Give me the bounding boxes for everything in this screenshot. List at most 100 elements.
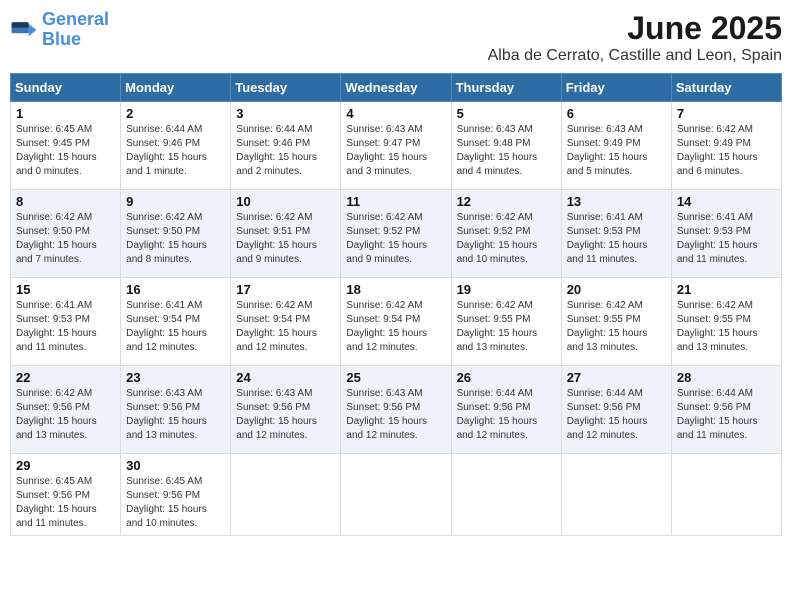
day-number: 27 bbox=[567, 370, 666, 385]
calendar-day-cell bbox=[231, 454, 341, 536]
weekday-header: Thursday bbox=[451, 74, 561, 102]
day-number: 13 bbox=[567, 194, 666, 209]
day-number: 21 bbox=[677, 282, 776, 297]
calendar-day-cell: 15 Sunrise: 6:41 AM Sunset: 9:53 PM Dayl… bbox=[11, 278, 121, 366]
day-number: 10 bbox=[236, 194, 335, 209]
calendar-day-cell: 2 Sunrise: 6:44 AM Sunset: 9:46 PM Dayli… bbox=[121, 102, 231, 190]
day-number: 14 bbox=[677, 194, 776, 209]
day-info: Sunrise: 6:44 AM Sunset: 9:46 PM Dayligh… bbox=[236, 123, 335, 179]
day-info: Sunrise: 6:44 AM Sunset: 9:46 PM Dayligh… bbox=[126, 123, 225, 179]
calendar-table: SundayMondayTuesdayWednesdayThursdayFrid… bbox=[10, 73, 782, 536]
day-number: 7 bbox=[677, 106, 776, 121]
calendar-day-cell: 18 Sunrise: 6:42 AM Sunset: 9:54 PM Dayl… bbox=[341, 278, 451, 366]
calendar-day-cell: 22 Sunrise: 6:42 AM Sunset: 9:56 PM Dayl… bbox=[11, 366, 121, 454]
day-number: 2 bbox=[126, 106, 225, 121]
calendar-day-cell: 14 Sunrise: 6:41 AM Sunset: 9:53 PM Dayl… bbox=[671, 190, 781, 278]
day-info: Sunrise: 6:43 AM Sunset: 9:47 PM Dayligh… bbox=[346, 123, 445, 179]
day-number: 4 bbox=[346, 106, 445, 121]
calendar-day-cell: 17 Sunrise: 6:42 AM Sunset: 9:54 PM Dayl… bbox=[231, 278, 341, 366]
calendar-week-row: 1 Sunrise: 6:45 AM Sunset: 9:45 PM Dayli… bbox=[11, 102, 782, 190]
day-info: Sunrise: 6:43 AM Sunset: 9:49 PM Dayligh… bbox=[567, 123, 666, 179]
day-info: Sunrise: 6:42 AM Sunset: 9:51 PM Dayligh… bbox=[236, 211, 335, 267]
day-number: 6 bbox=[567, 106, 666, 121]
month-title: June 2025 bbox=[488, 10, 782, 47]
title-block: June 2025 Alba de Cerrato, Castille and … bbox=[488, 10, 782, 65]
calendar-day-cell: 20 Sunrise: 6:42 AM Sunset: 9:55 PM Dayl… bbox=[561, 278, 671, 366]
day-number: 20 bbox=[567, 282, 666, 297]
calendar-day-cell: 23 Sunrise: 6:43 AM Sunset: 9:56 PM Dayl… bbox=[121, 366, 231, 454]
day-number: 11 bbox=[346, 194, 445, 209]
day-number: 19 bbox=[457, 282, 556, 297]
calendar-day-cell: 30 Sunrise: 6:45 AM Sunset: 9:56 PM Dayl… bbox=[121, 454, 231, 536]
day-info: Sunrise: 6:41 AM Sunset: 9:53 PM Dayligh… bbox=[677, 211, 776, 267]
day-number: 15 bbox=[16, 282, 115, 297]
calendar-day-cell: 4 Sunrise: 6:43 AM Sunset: 9:47 PM Dayli… bbox=[341, 102, 451, 190]
calendar-day-cell: 26 Sunrise: 6:44 AM Sunset: 9:56 PM Dayl… bbox=[451, 366, 561, 454]
day-info: Sunrise: 6:42 AM Sunset: 9:50 PM Dayligh… bbox=[126, 211, 225, 267]
day-number: 16 bbox=[126, 282, 225, 297]
day-info: Sunrise: 6:44 AM Sunset: 9:56 PM Dayligh… bbox=[567, 387, 666, 443]
calendar-day-cell: 28 Sunrise: 6:44 AM Sunset: 9:56 PM Dayl… bbox=[671, 366, 781, 454]
day-number: 1 bbox=[16, 106, 115, 121]
day-number: 9 bbox=[126, 194, 225, 209]
day-info: Sunrise: 6:41 AM Sunset: 9:53 PM Dayligh… bbox=[567, 211, 666, 267]
day-number: 8 bbox=[16, 194, 115, 209]
calendar-week-row: 8 Sunrise: 6:42 AM Sunset: 9:50 PM Dayli… bbox=[11, 190, 782, 278]
weekday-header: Sunday bbox=[11, 74, 121, 102]
day-info: Sunrise: 6:42 AM Sunset: 9:54 PM Dayligh… bbox=[236, 299, 335, 355]
calendar-day-cell: 16 Sunrise: 6:41 AM Sunset: 9:54 PM Dayl… bbox=[121, 278, 231, 366]
day-number: 12 bbox=[457, 194, 556, 209]
day-number: 26 bbox=[457, 370, 556, 385]
calendar-day-cell: 25 Sunrise: 6:43 AM Sunset: 9:56 PM Dayl… bbox=[341, 366, 451, 454]
day-info: Sunrise: 6:44 AM Sunset: 9:56 PM Dayligh… bbox=[677, 387, 776, 443]
day-info: Sunrise: 6:45 AM Sunset: 9:56 PM Dayligh… bbox=[126, 475, 225, 531]
day-info: Sunrise: 6:42 AM Sunset: 9:50 PM Dayligh… bbox=[16, 211, 115, 267]
weekday-header: Tuesday bbox=[231, 74, 341, 102]
day-info: Sunrise: 6:42 AM Sunset: 9:52 PM Dayligh… bbox=[346, 211, 445, 267]
day-info: Sunrise: 6:42 AM Sunset: 9:54 PM Dayligh… bbox=[346, 299, 445, 355]
day-number: 22 bbox=[16, 370, 115, 385]
day-info: Sunrise: 6:41 AM Sunset: 9:54 PM Dayligh… bbox=[126, 299, 225, 355]
day-info: Sunrise: 6:45 AM Sunset: 9:56 PM Dayligh… bbox=[16, 475, 115, 531]
calendar-day-cell: 8 Sunrise: 6:42 AM Sunset: 9:50 PM Dayli… bbox=[11, 190, 121, 278]
day-number: 29 bbox=[16, 458, 115, 473]
calendar-day-cell: 19 Sunrise: 6:42 AM Sunset: 9:55 PM Dayl… bbox=[451, 278, 561, 366]
calendar-week-row: 22 Sunrise: 6:42 AM Sunset: 9:56 PM Dayl… bbox=[11, 366, 782, 454]
weekday-header: Wednesday bbox=[341, 74, 451, 102]
calendar-day-cell: 11 Sunrise: 6:42 AM Sunset: 9:52 PM Dayl… bbox=[341, 190, 451, 278]
calendar-day-cell bbox=[671, 454, 781, 536]
calendar-day-cell: 3 Sunrise: 6:44 AM Sunset: 9:46 PM Dayli… bbox=[231, 102, 341, 190]
day-info: Sunrise: 6:41 AM Sunset: 9:53 PM Dayligh… bbox=[16, 299, 115, 355]
calendar-day-cell: 24 Sunrise: 6:43 AM Sunset: 9:56 PM Dayl… bbox=[231, 366, 341, 454]
calendar-day-cell: 12 Sunrise: 6:42 AM Sunset: 9:52 PM Dayl… bbox=[451, 190, 561, 278]
day-info: Sunrise: 6:43 AM Sunset: 9:48 PM Dayligh… bbox=[457, 123, 556, 179]
calendar-day-cell: 21 Sunrise: 6:42 AM Sunset: 9:55 PM Dayl… bbox=[671, 278, 781, 366]
day-info: Sunrise: 6:42 AM Sunset: 9:55 PM Dayligh… bbox=[567, 299, 666, 355]
calendar-day-cell bbox=[451, 454, 561, 536]
calendar-day-cell: 1 Sunrise: 6:45 AM Sunset: 9:45 PM Dayli… bbox=[11, 102, 121, 190]
day-info: Sunrise: 6:42 AM Sunset: 9:49 PM Dayligh… bbox=[677, 123, 776, 179]
calendar-week-row: 29 Sunrise: 6:45 AM Sunset: 9:56 PM Dayl… bbox=[11, 454, 782, 536]
calendar-day-cell: 29 Sunrise: 6:45 AM Sunset: 9:56 PM Dayl… bbox=[11, 454, 121, 536]
day-number: 17 bbox=[236, 282, 335, 297]
calendar-day-cell: 13 Sunrise: 6:41 AM Sunset: 9:53 PM Dayl… bbox=[561, 190, 671, 278]
calendar-day-cell bbox=[341, 454, 451, 536]
logo-icon bbox=[10, 16, 38, 44]
calendar-day-cell bbox=[561, 454, 671, 536]
day-info: Sunrise: 6:42 AM Sunset: 9:56 PM Dayligh… bbox=[16, 387, 115, 443]
logo: General Blue bbox=[10, 10, 109, 50]
calendar-week-row: 15 Sunrise: 6:41 AM Sunset: 9:53 PM Dayl… bbox=[11, 278, 782, 366]
day-info: Sunrise: 6:42 AM Sunset: 9:52 PM Dayligh… bbox=[457, 211, 556, 267]
day-info: Sunrise: 6:42 AM Sunset: 9:55 PM Dayligh… bbox=[677, 299, 776, 355]
day-number: 24 bbox=[236, 370, 335, 385]
calendar-day-cell: 7 Sunrise: 6:42 AM Sunset: 9:49 PM Dayli… bbox=[671, 102, 781, 190]
location-title: Alba de Cerrato, Castille and Leon, Spai… bbox=[488, 47, 782, 65]
calendar-header-row: SundayMondayTuesdayWednesdayThursdayFrid… bbox=[11, 74, 782, 102]
calendar-day-cell: 10 Sunrise: 6:42 AM Sunset: 9:51 PM Dayl… bbox=[231, 190, 341, 278]
weekday-header: Saturday bbox=[671, 74, 781, 102]
calendar-day-cell: 6 Sunrise: 6:43 AM Sunset: 9:49 PM Dayli… bbox=[561, 102, 671, 190]
calendar-day-cell: 5 Sunrise: 6:43 AM Sunset: 9:48 PM Dayli… bbox=[451, 102, 561, 190]
weekday-header: Monday bbox=[121, 74, 231, 102]
day-number: 25 bbox=[346, 370, 445, 385]
day-info: Sunrise: 6:43 AM Sunset: 9:56 PM Dayligh… bbox=[346, 387, 445, 443]
